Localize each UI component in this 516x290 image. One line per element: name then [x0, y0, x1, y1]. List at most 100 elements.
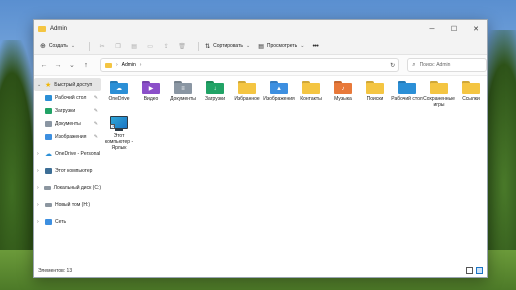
folder-label: Ссылки	[462, 96, 480, 102]
up-button[interactable]: ↑	[82, 62, 90, 69]
navigation-row: ← → ⌄ ↑ › Admin › ↻ ⌕ Поиск: Admin	[34, 55, 487, 75]
more-options-button[interactable]: •••	[312, 43, 318, 50]
folder-label: Загрузки	[204, 96, 226, 102]
share-icon[interactable]: ⇪	[160, 40, 172, 52]
folder-icon	[104, 62, 112, 68]
maximize-button[interactable]: ☐	[443, 20, 465, 38]
sidebar-item-network[interactable]: › Сеть	[34, 215, 101, 228]
new-button[interactable]: ⊕ Создать ⌄	[40, 42, 75, 50]
sidebar-pinned-item[interactable]: Загрузки ✎	[34, 104, 101, 117]
folder-label: Изображения	[263, 96, 295, 102]
drive-icon	[45, 202, 52, 207]
recent-locations-button[interactable]: ⌄	[68, 61, 76, 69]
folder-item[interactable]: ▲ Изображения	[263, 80, 295, 115]
chevron-right-icon: ›	[37, 167, 39, 174]
folder-label: Контакты	[300, 96, 322, 102]
file-list: ☁ OneDrive ▶ Видео ≡ Документы ↓ Загрузки Избран…	[101, 76, 487, 265]
folder-label: Сохраненные игры	[423, 96, 455, 108]
pin-icon: ✎	[93, 120, 98, 127]
delete-icon[interactable]: 🗑	[176, 40, 188, 52]
sidebar-item-label: Быстрый доступ	[54, 81, 93, 88]
sidebar-item-onedrive[interactable]: › ☁ OneDrive - Personal	[34, 147, 101, 160]
folder-icon	[45, 133, 52, 140]
file-explorer-window: Admin ─ ☐ ✕ ⊕ Создать ⌄ ✂ ❐ ▤ ▭ ⇪ 🗑 ⇅ Со…	[33, 19, 488, 278]
computer-icon	[45, 167, 52, 174]
cut-icon[interactable]: ✂	[96, 40, 108, 52]
close-button[interactable]: ✕	[465, 20, 487, 38]
back-button[interactable]: ←	[40, 62, 48, 69]
folder-item[interactable]: Избранное	[231, 80, 263, 115]
folder-icon: ☁	[110, 80, 128, 94]
explorer-body: ⌄ ★ Быстрый доступ Рабочий стол ✎ Загрузки…	[34, 75, 487, 265]
minimize-button[interactable]: ─	[421, 20, 443, 38]
folder-item[interactable]: ↓ Загрузки	[199, 80, 231, 115]
folder-icon	[38, 26, 46, 32]
view-label: Просмотреть	[266, 43, 298, 49]
breadcrumb-chevron: ›	[139, 62, 142, 68]
item-count: Элементов: 13	[38, 268, 73, 274]
folder-label: Видео	[143, 96, 159, 102]
folder-item[interactable]: ≡ Документы	[167, 80, 199, 115]
folder-item[interactable]: Ссылки	[455, 80, 487, 115]
refresh-icon[interactable]: ↻	[390, 62, 395, 69]
folder-item[interactable]: Рабочий стол	[391, 80, 423, 115]
pin-icon: ✎	[93, 94, 98, 101]
folder-item[interactable]: ☁ OneDrive	[103, 80, 135, 115]
sidebar-item-label: Этот компьютер	[55, 167, 93, 174]
paste-icon[interactable]: ▤	[128, 40, 140, 52]
folder-icon	[398, 80, 416, 94]
sidebar-item-label: Сеть	[55, 218, 67, 225]
sidebar-item-label: Документы	[55, 120, 81, 127]
view-icon: ▤	[258, 43, 264, 50]
breadcrumb-admin[interactable]: Admin	[122, 62, 136, 68]
folder-icon: ≡	[174, 80, 192, 94]
rename-icon[interactable]: ▭	[144, 40, 156, 52]
sidebar-item-new-volume[interactable]: › Новый том (H:)	[34, 198, 101, 211]
folder-icon: ↓	[206, 80, 224, 94]
status-bar: Элементов: 13	[34, 265, 487, 277]
copy-icon[interactable]: ❐	[112, 40, 124, 52]
sort-label: Сортировать	[213, 43, 243, 49]
sidebar-pinned-item[interactable]: Изображения ✎	[34, 130, 101, 143]
folder-icon	[302, 80, 320, 94]
details-view-button[interactable]	[466, 267, 473, 274]
folder-icon	[45, 120, 52, 127]
chevron-right-icon: ›	[37, 201, 39, 208]
folder-icon	[238, 80, 256, 94]
chevron-right-icon: ›	[37, 218, 39, 225]
cloud-icon: ☁	[45, 150, 52, 158]
sidebar-item-label: OneDrive - Personal	[55, 150, 101, 157]
pin-icon: ✎	[93, 133, 98, 140]
folder-item[interactable]: ▶ Видео	[135, 80, 167, 115]
sidebar-pinned-item[interactable]: Рабочий стол ✎	[34, 91, 101, 104]
this-pc-shortcut[interactable]: ↗ Этот компьютер - Ярлык	[103, 116, 135, 151]
folder-icon	[430, 80, 448, 94]
folder-item[interactable]: Сохраненные игры	[423, 80, 455, 115]
search-icon: ⌕	[412, 61, 416, 68]
search-placeholder: Поиск: Admin	[419, 62, 451, 68]
sort-icon: ⇅	[205, 43, 211, 50]
window-title: Admin	[50, 26, 68, 32]
sidebar-item-label: Новый том (H:)	[55, 201, 90, 208]
large-icons-view-button[interactable]	[476, 267, 483, 274]
view-toggle	[466, 267, 483, 274]
sidebar-pinned-item[interactable]: Документы ✎	[34, 117, 101, 130]
folder-item[interactable]: Контакты	[295, 80, 327, 115]
title-bar[interactable]: Admin ─ ☐ ✕	[34, 20, 487, 38]
sidebar-item-quick-access[interactable]: ⌄ ★ Быстрый доступ	[34, 78, 101, 91]
search-box[interactable]: ⌕ Поиск: Admin	[407, 58, 487, 72]
sort-button[interactable]: ⇅ Сортировать ⌄	[205, 43, 250, 50]
chevron-down-icon: ⌄	[246, 43, 251, 49]
folder-item[interactable]: ♪ Музыка	[327, 80, 359, 115]
folder-icon: ▲	[270, 80, 288, 94]
folder-label: Рабочий стол	[391, 96, 423, 102]
forward-button[interactable]: →	[54, 62, 62, 69]
view-button[interactable]: ▤ Просмотреть ⌄	[258, 43, 304, 50]
folder-item[interactable]: Поиски	[359, 80, 391, 115]
sidebar-item-this-pc[interactable]: › Этот компьютер	[34, 164, 101, 177]
address-bar[interactable]: › Admin › ↻	[99, 58, 400, 72]
chevron-right-icon: ›	[37, 150, 39, 157]
folder-grid: ☁ OneDrive ▶ Видео ≡ Документы ↓ Загрузки Избран…	[103, 80, 487, 152]
sidebar-item-local-disk[interactable]: › Локальный диск (C:)	[34, 181, 101, 194]
plus-circle-icon: ⊕	[40, 43, 46, 50]
